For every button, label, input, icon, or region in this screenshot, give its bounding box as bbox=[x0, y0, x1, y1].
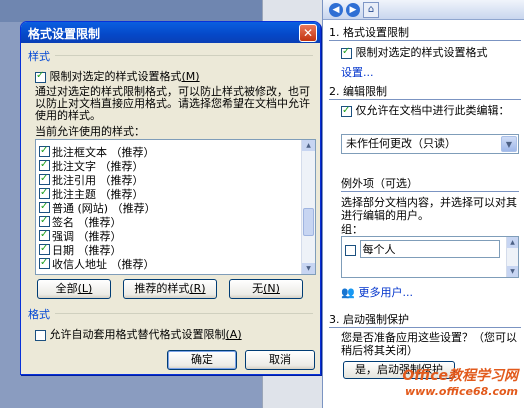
styles-list[interactable]: 批注框文本 （推荐） 批注文字 （推荐） 批注引用 （推荐） 批注主题 （推荐）… bbox=[35, 139, 316, 275]
list-item[interactable]: 收信人地址 （推荐） bbox=[39, 256, 155, 271]
list-item[interactable]: 批注引用 （推荐） bbox=[39, 172, 144, 187]
autoformat-override-checkbox[interactable]: 允许自动套用格式替代格式设置限制(A) bbox=[35, 326, 242, 342]
scroll-up-icon[interactable]: ▲ bbox=[302, 140, 315, 151]
editing-type-select[interactable]: 未作任何更改（只读） ▼ bbox=[341, 134, 519, 154]
checkbox-icon[interactable] bbox=[345, 244, 356, 256]
scroll-down-icon[interactable]: ▼ bbox=[302, 263, 315, 274]
section-title: 3. 启动强制保护 bbox=[329, 313, 409, 326]
style-group-label: 样式 bbox=[28, 50, 50, 63]
section-enforce-protection: 3. 启动强制保护 bbox=[323, 312, 524, 328]
checkbox-icon[interactable] bbox=[39, 200, 50, 213]
home-icon[interactable]: ⌂ bbox=[363, 1, 379, 18]
allowed-styles-label: 当前允许使用的样式： bbox=[35, 125, 145, 138]
checkbox-icon[interactable] bbox=[35, 329, 46, 341]
pane-allow-editing-checkbox[interactable]: 仅允许在文档中进行此类编辑： bbox=[341, 104, 521, 117]
list-item[interactable]: 批注文字 （推荐） bbox=[39, 158, 144, 173]
forward-icon[interactable]: ▶ bbox=[346, 2, 360, 17]
more-users-link[interactable]: 更多用户... bbox=[359, 286, 414, 299]
checkbox-icon[interactable] bbox=[39, 158, 50, 171]
select-all-button[interactable]: 全部(L) bbox=[37, 279, 111, 299]
list-item[interactable]: 每个人 bbox=[345, 240, 500, 258]
checkbox-icon[interactable] bbox=[39, 144, 50, 157]
checkbox-icon[interactable] bbox=[39, 242, 50, 255]
formatting-restrictions-dialog: 格式设置限制 ✕ 样式 限制对选定的样式设置格式(M) 通过对选定的样式限制格式… bbox=[20, 21, 321, 375]
limit-formatting-checkbox[interactable]: 限制对选定的样式设置格式(M) bbox=[35, 68, 200, 84]
section-title: 1. 格式设置限制 bbox=[329, 26, 409, 39]
ok-button[interactable]: 确定 bbox=[167, 350, 237, 370]
groups-list[interactable]: 每个人 ▲ ▼ bbox=[341, 236, 519, 278]
group-everyone-label: 每个人 bbox=[359, 240, 500, 258]
watermark: Office教程学习网 www.office68.com bbox=[402, 365, 518, 398]
description-text: 通过对选定的样式限制格式，可以防止样式被修改，也可以防止对文档直接应用格式。请选… bbox=[35, 85, 310, 122]
more-users-row[interactable]: 👥 更多用户... bbox=[341, 284, 413, 300]
checkbox-icon[interactable] bbox=[341, 46, 352, 59]
settings-link[interactable]: 设置... bbox=[341, 64, 374, 80]
scroll-thumb[interactable] bbox=[303, 208, 314, 236]
list-item[interactable]: 批注主题 （推荐） bbox=[39, 186, 144, 201]
list-item[interactable]: 日期 （推荐） bbox=[39, 242, 122, 257]
task-pane-nav-bar: ◀ ▶ ⌂ bbox=[323, 0, 524, 20]
dialog-title: 格式设置限制 bbox=[28, 27, 101, 41]
checkbox-icon[interactable] bbox=[39, 256, 50, 269]
access-key: (M) bbox=[181, 70, 200, 83]
checkbox-label: 限制对选定的样式设置格式 bbox=[49, 70, 182, 83]
section-editing-restrictions: 2. 编辑限制 bbox=[323, 84, 524, 100]
checkbox-icon[interactable] bbox=[35, 70, 46, 83]
checkbox-label: 仅允许在文档中进行此类编辑： bbox=[355, 104, 510, 117]
checkbox-icon[interactable] bbox=[341, 104, 352, 117]
protect-document-task-pane: ◀ ▶ ⌂ 1. 格式设置限制 限制对选定的样式设置格式 设置... 2. 编辑… bbox=[322, 0, 524, 408]
close-icon[interactable]: ✕ bbox=[299, 24, 317, 42]
pane-limit-formatting-checkbox[interactable]: 限制对选定的样式设置格式 bbox=[341, 44, 488, 60]
checkbox-icon[interactable] bbox=[39, 228, 50, 241]
format-group-label: 格式 bbox=[28, 308, 50, 321]
checkbox-icon[interactable] bbox=[39, 214, 50, 227]
checkbox-label: 限制对选定的样式设置格式 bbox=[355, 46, 488, 59]
enforce-question: 您是否准备应用这些设置？（您可以稍后将其关闭） bbox=[341, 331, 517, 357]
list-item[interactable]: 强调 （推荐） bbox=[39, 228, 122, 243]
select-none-button[interactable]: 无(N) bbox=[229, 279, 303, 299]
list-item[interactable]: 批注框文本 （推荐） bbox=[39, 144, 155, 159]
checkbox-label: 允许自动套用格式替代格式设置限制 bbox=[49, 328, 226, 341]
recommended-styles-button[interactable]: 推荐的样式(R) bbox=[123, 279, 217, 299]
checkbox-icon[interactable] bbox=[39, 186, 50, 199]
groups-label: 组： bbox=[341, 223, 363, 236]
section-title: 例外项（可选） bbox=[341, 177, 418, 190]
scrollbar[interactable]: ▲ ▼ bbox=[301, 140, 315, 274]
cancel-button[interactable]: 取消 bbox=[245, 350, 315, 370]
select-value: 未作任何更改（只读） bbox=[346, 137, 456, 150]
chevron-down-icon[interactable]: ▼ bbox=[501, 136, 517, 152]
dialog-title-bar: 格式设置限制 ✕ bbox=[21, 22, 320, 43]
scrollbar[interactable]: ▲ ▼ bbox=[506, 237, 518, 277]
exceptions-description: 选择部分文档内容，并选择可以对其进行编辑的用户。 bbox=[341, 196, 517, 222]
list-item[interactable]: 普通 (网站) （推荐） bbox=[39, 200, 156, 215]
watermark-url: www.office68.com bbox=[404, 385, 518, 398]
back-icon[interactable]: ◀ bbox=[329, 2, 343, 17]
checkbox-icon[interactable] bbox=[39, 172, 50, 185]
section-formatting-restrictions: 1. 格式设置限制 bbox=[323, 25, 524, 41]
section-exceptions: 例外项（可选） bbox=[323, 176, 524, 192]
list-item[interactable]: 签名 （推荐） bbox=[39, 214, 122, 229]
users-icon: 👥 bbox=[341, 286, 355, 299]
section-title: 2. 编辑限制 bbox=[329, 85, 387, 98]
watermark-title: Office教程学习网 bbox=[402, 368, 518, 384]
